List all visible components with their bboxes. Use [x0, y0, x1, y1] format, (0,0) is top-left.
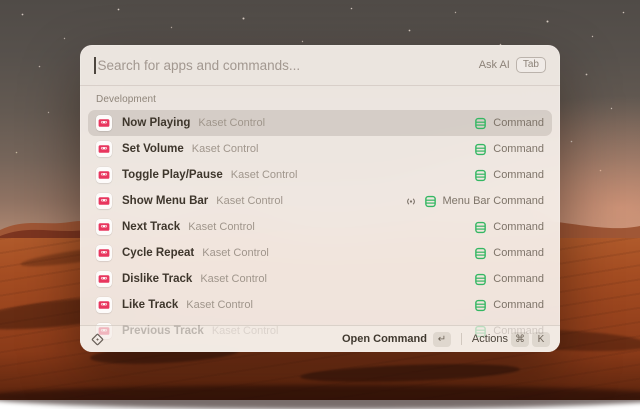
- list-item[interactable]: Next Track Kaset Control Command: [88, 214, 552, 240]
- item-accessory-label: Command: [493, 273, 544, 285]
- open-command-label: Open Command: [342, 333, 427, 345]
- actions-label: Actions: [472, 333, 508, 345]
- results-list: Development Now Playing Kaset Control Co: [80, 86, 560, 344]
- ask-ai-label: Ask AI: [479, 59, 510, 71]
- command-type-icon: [474, 273, 487, 286]
- cassette-app-icon: [96, 271, 112, 287]
- search-input[interactable]: [98, 58, 479, 73]
- cmd-key-hint: ⌘: [511, 332, 529, 347]
- command-type-icon: [474, 247, 487, 260]
- cassette-app-icon: [96, 297, 112, 313]
- k-key-hint: K: [532, 332, 550, 347]
- command-type-icon: [474, 221, 487, 234]
- item-subtitle: Kaset Control: [192, 143, 259, 155]
- item-title: Next Track: [122, 221, 180, 233]
- command-type-icon: [474, 117, 487, 130]
- item-title: Show Menu Bar: [122, 195, 208, 207]
- return-key-hint: ↵: [433, 332, 451, 347]
- item-accessories: Command: [474, 247, 544, 260]
- item-title: Set Volume: [122, 143, 184, 155]
- item-subtitle: Kaset Control: [216, 195, 283, 207]
- stars: [0, 0, 1, 1]
- command-type-icon: [474, 143, 487, 156]
- item-accessories: Command: [474, 169, 544, 182]
- list-item[interactable]: Now Playing Kaset Control Command: [88, 110, 552, 136]
- item-subtitle: Kaset Control: [200, 273, 267, 285]
- item-accessory-label: Menu Bar Command: [443, 195, 545, 207]
- raycast-logo-icon[interactable]: [90, 332, 105, 347]
- item-title: Now Playing: [122, 117, 190, 129]
- launcher-window: Ask AI Tab Development Now Playing Kaset…: [80, 45, 560, 352]
- list-item[interactable]: Show Menu Bar Kaset Control Menu Bar Com…: [88, 188, 552, 214]
- item-title: Toggle Play/Pause: [122, 169, 223, 181]
- item-accessory-label: Command: [493, 143, 544, 155]
- list-item[interactable]: Cycle Repeat Kaset Control Command: [88, 240, 552, 266]
- item-title: Like Track: [122, 299, 178, 311]
- item-accessory-label: Command: [493, 247, 544, 259]
- screen: { "window": { "search": { "placeholder":…: [0, 0, 640, 400]
- menubar-signal-icon: [404, 196, 418, 207]
- item-accessories: Command: [474, 273, 544, 286]
- section-header: Development: [88, 90, 552, 110]
- item-accessory-label: Command: [493, 169, 544, 181]
- item-accessories: Menu Bar Command: [404, 195, 545, 208]
- item-subtitle: Kaset Control: [198, 117, 265, 129]
- footer-bar: Open Command ↵ Actions ⌘ K: [80, 325, 560, 352]
- list-item[interactable]: Dislike Track Kaset Control Command: [88, 266, 552, 292]
- list-item[interactable]: Set Volume Kaset Control Command: [88, 136, 552, 162]
- text-caret: [94, 57, 96, 74]
- item-accessories: Command: [474, 299, 544, 312]
- item-title: Dislike Track: [122, 273, 192, 285]
- cassette-app-icon: [96, 193, 112, 209]
- item-title: Cycle Repeat: [122, 247, 194, 259]
- item-subtitle: Kaset Control: [186, 299, 253, 311]
- cassette-app-icon: [96, 115, 112, 131]
- list-item[interactable]: Toggle Play/Pause Kaset Control Command: [88, 162, 552, 188]
- command-type-icon: [474, 299, 487, 312]
- cassette-app-icon: [96, 219, 112, 235]
- item-accessory-label: Command: [493, 299, 544, 311]
- item-accessories: Command: [474, 221, 544, 234]
- tab-key-hint: Tab: [516, 57, 546, 73]
- item-subtitle: Kaset Control: [188, 221, 255, 233]
- cassette-app-icon: [96, 141, 112, 157]
- cassette-app-icon: [96, 245, 112, 261]
- cassette-app-icon: [96, 167, 112, 183]
- dune-shadow: [0, 385, 640, 409]
- item-accessory-label: Command: [493, 117, 544, 129]
- command-type-icon: [474, 169, 487, 182]
- rows-container: Now Playing Kaset Control Command Se: [88, 110, 552, 344]
- item-subtitle: Kaset Control: [231, 169, 298, 181]
- open-command-button[interactable]: Open Command ↵: [342, 332, 451, 347]
- item-subtitle: Kaset Control: [202, 247, 269, 259]
- footer-separator: [461, 333, 462, 345]
- list-item[interactable]: Like Track Kaset Control Command: [88, 292, 552, 318]
- ask-ai-button[interactable]: Ask AI Tab: [479, 57, 546, 73]
- search-bar: Ask AI Tab: [80, 45, 560, 86]
- command-type-icon: [424, 195, 437, 208]
- item-accessories: Command: [474, 143, 544, 156]
- item-accessory-label: Command: [493, 221, 544, 233]
- item-accessories: Command: [474, 117, 544, 130]
- actions-button[interactable]: Actions ⌘ K: [472, 332, 550, 347]
